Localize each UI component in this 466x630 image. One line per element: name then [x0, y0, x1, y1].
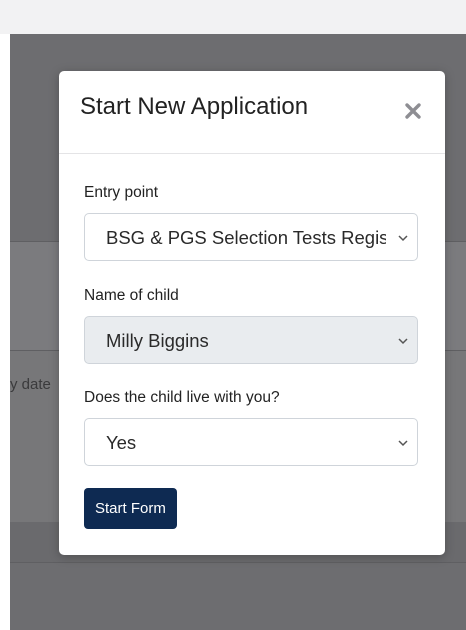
page: y date Start New Application Entry point… [0, 0, 466, 630]
close-icon [405, 103, 421, 119]
chevron-down-icon [398, 440, 408, 447]
entry-point-select[interactable]: BSG & PGS Selection Tests Registration [84, 213, 418, 261]
lives-with-select[interactable]: Yes [84, 418, 418, 466]
start-form-button[interactable]: Start Form [84, 488, 177, 529]
modal-header: Start New Application [59, 71, 445, 154]
entry-point-label: Entry point [84, 184, 159, 201]
lives-with-value: Yes [106, 432, 137, 453]
chevron-down-icon [398, 338, 408, 345]
child-name-value: Milly Biggins [106, 330, 209, 351]
background-partial-text: y date [10, 376, 51, 393]
child-name-label: Name of child [84, 287, 179, 304]
lives-with-label: Does the child live with you? [84, 389, 280, 406]
child-name-select[interactable]: Milly Biggins [84, 316, 418, 364]
entry-point-value: BSG & PGS Selection Tests Registration [106, 227, 386, 248]
start-application-modal: Start New Application Entry point BSG & … [59, 71, 445, 555]
close-button[interactable] [401, 99, 425, 123]
modal-title: Start New Application [80, 93, 309, 120]
background-divider [10, 562, 466, 563]
browser-top-strip [0, 0, 466, 34]
chevron-down-icon [398, 235, 408, 242]
